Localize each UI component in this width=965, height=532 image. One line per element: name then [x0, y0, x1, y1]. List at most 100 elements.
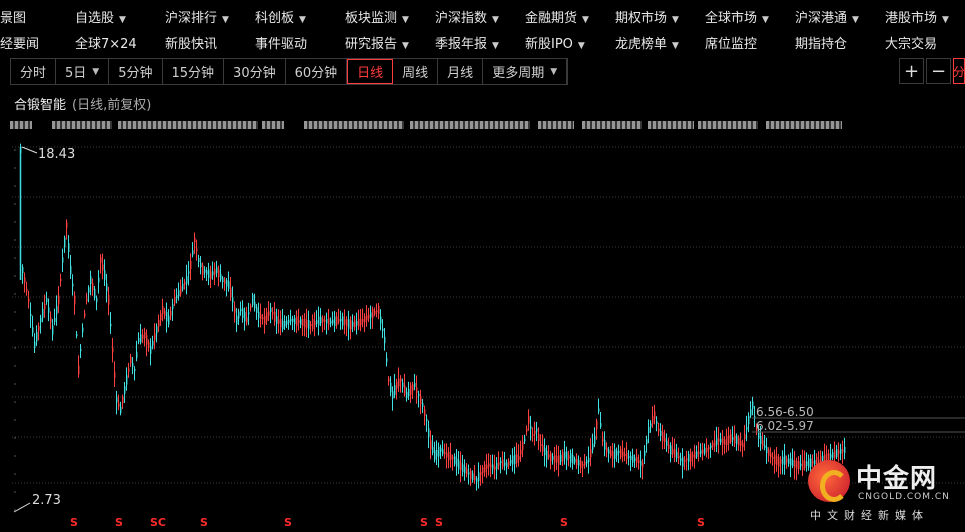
candlestick [322, 315, 324, 333]
candlestick [52, 319, 54, 341]
candlestick [512, 448, 514, 472]
candlestick [462, 454, 464, 477]
candlestick [514, 446, 516, 474]
candlestick [694, 444, 696, 469]
candlestick [594, 427, 596, 448]
candlestick [414, 374, 416, 391]
candlestick [444, 443, 446, 459]
signal-marker-2[interactable]: SC [150, 516, 166, 529]
signal-marker-4[interactable]: S [284, 516, 292, 529]
candlestick [310, 321, 312, 335]
candlestick [158, 314, 160, 333]
candlestick [536, 421, 538, 442]
candlestick [740, 432, 742, 452]
signal-marker-6[interactable]: S [435, 516, 443, 529]
candlestick [634, 454, 636, 468]
candlestick [124, 382, 126, 404]
candlestick [308, 310, 310, 338]
candlestick [600, 411, 602, 429]
candlestick [250, 303, 252, 312]
candlestick [186, 264, 188, 295]
candlestick [88, 285, 90, 303]
candlestick [396, 378, 398, 400]
candlestick [680, 452, 682, 466]
candlestick [730, 429, 732, 444]
candlestick [486, 453, 488, 478]
candlestick [300, 316, 302, 329]
candlestick [182, 277, 184, 292]
candlestick [572, 448, 574, 470]
candlestick [620, 445, 622, 460]
candlestick [788, 454, 790, 467]
candlestick [608, 446, 610, 463]
candlestick [492, 454, 494, 475]
candlestick [196, 239, 198, 261]
candlestick [570, 449, 572, 468]
candlestick [654, 404, 656, 425]
candlestick [194, 232, 196, 254]
candlestick [798, 456, 800, 475]
candlestick [664, 429, 666, 450]
candlestick [720, 432, 722, 446]
signal-marker-5[interactable]: S [420, 516, 428, 529]
candlestick [682, 448, 684, 479]
logo-icon [808, 460, 850, 502]
signal-marker-7[interactable]: S [560, 516, 568, 529]
candlestick [632, 448, 634, 467]
candlestick [722, 430, 724, 456]
candlestick [400, 375, 402, 393]
signal-marker-8[interactable]: S [697, 516, 705, 529]
candlestick [290, 309, 292, 326]
candlestick [616, 447, 618, 462]
candlestick [658, 422, 660, 437]
candlestick [96, 295, 98, 311]
candlestick [324, 315, 326, 331]
candlestick [302, 315, 304, 337]
price-range-annotation-2: 6.02-5.97 [756, 419, 814, 433]
candlestick [652, 406, 654, 428]
candlestick [568, 450, 570, 467]
candlestick [74, 291, 76, 315]
candlestick [226, 277, 228, 297]
candlestick [778, 453, 780, 478]
candlestick [68, 235, 70, 259]
candlestick [172, 298, 174, 321]
candlestick [362, 308, 364, 328]
candlestick [656, 416, 658, 432]
candlestick [108, 286, 110, 316]
candlestick [728, 426, 730, 451]
candlestick [56, 295, 58, 326]
candlestick-chart[interactable] [0, 0, 965, 532]
candlestick [710, 442, 712, 458]
candlestick [34, 333, 36, 354]
candlestick [700, 443, 702, 458]
candlestick [638, 454, 640, 470]
candlestick [176, 288, 178, 304]
candlestick [348, 310, 350, 341]
candlestick [690, 448, 692, 470]
candlestick [162, 298, 164, 322]
candlestick [708, 444, 710, 459]
candlestick [40, 314, 42, 334]
candlestick [276, 308, 278, 334]
candlestick [282, 308, 284, 333]
candlestick [376, 303, 378, 318]
candlestick [76, 331, 78, 339]
candlestick [354, 315, 356, 331]
logo-brand: 中金网 [856, 464, 938, 494]
candlestick [116, 390, 118, 415]
candlestick [418, 390, 420, 408]
signal-marker-3[interactable]: S [200, 516, 208, 529]
candlestick [270, 302, 272, 324]
candlestick [136, 340, 138, 362]
candlestick [406, 387, 408, 402]
candlestick [206, 267, 208, 281]
signal-marker-1[interactable]: S [115, 516, 123, 529]
candlestick [344, 309, 346, 335]
candlestick [674, 438, 676, 463]
candlestick [578, 455, 580, 475]
signal-marker-0[interactable]: S [70, 516, 78, 529]
candlestick [626, 442, 628, 465]
candlestick [494, 454, 496, 480]
candlestick [784, 443, 786, 475]
